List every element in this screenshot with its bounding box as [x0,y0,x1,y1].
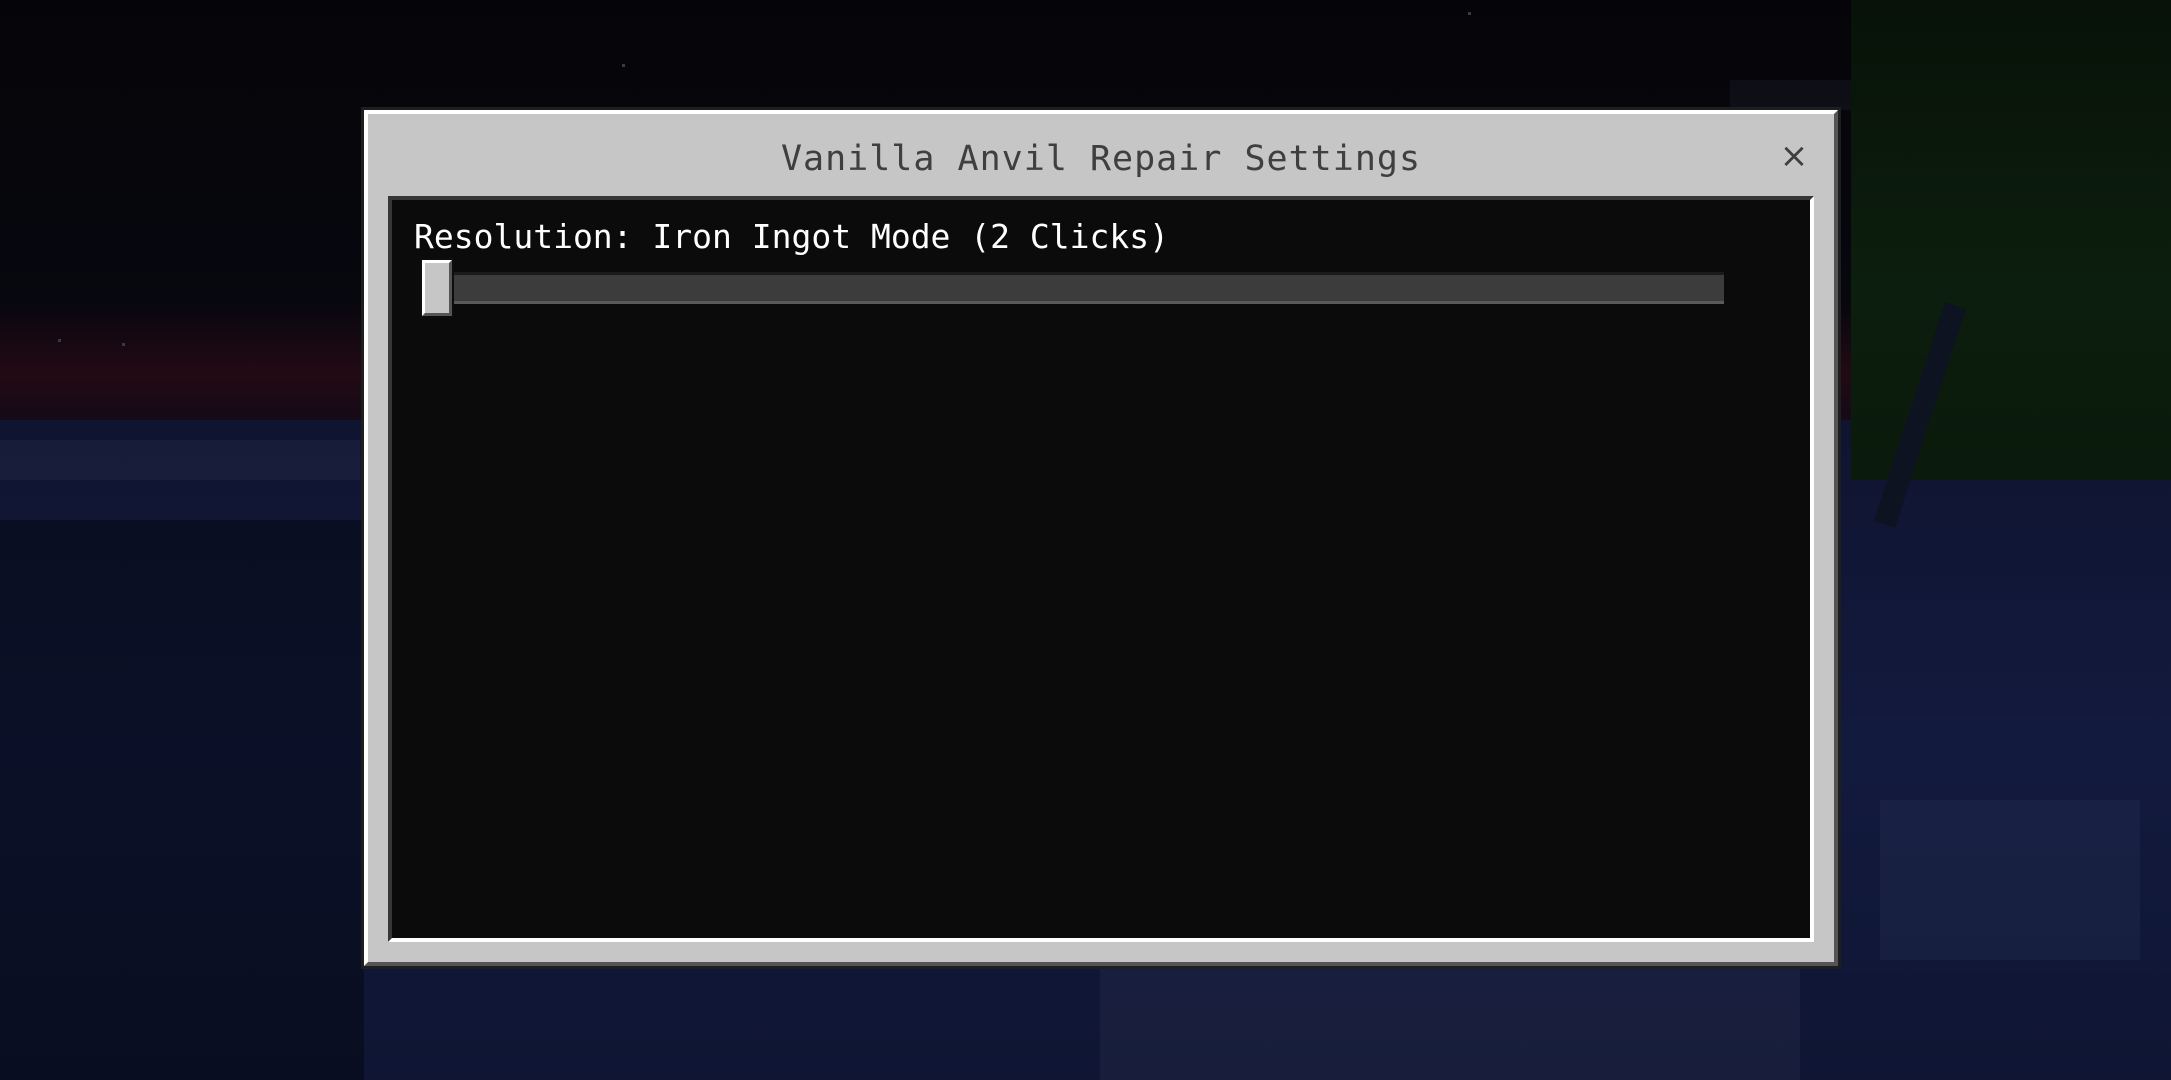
tree-leaves [1851,0,2171,480]
settings-panel: Resolution: Iron Ingot Mode (2 Clicks) [388,196,1814,942]
star [1468,12,1471,15]
block [1880,800,2140,960]
block-shadow [0,520,364,1080]
close-icon: × [1779,136,1809,176]
close-button[interactable]: × [1774,136,1814,176]
star [122,343,125,346]
settings-dialog: Vanilla Anvil Repair Settings × Resoluti… [364,110,1838,966]
star [58,339,61,342]
ground-patch [0,440,360,480]
resolution-slider-handle[interactable] [422,260,452,316]
resolution-slider[interactable] [428,272,1724,304]
resolution-label: Resolution: Iron Ingot Mode (2 Clicks) [414,217,1169,256]
star [622,64,625,67]
dialog-title: Vanilla Anvil Repair Settings [780,139,1422,179]
ground-patch [1100,960,1800,1080]
